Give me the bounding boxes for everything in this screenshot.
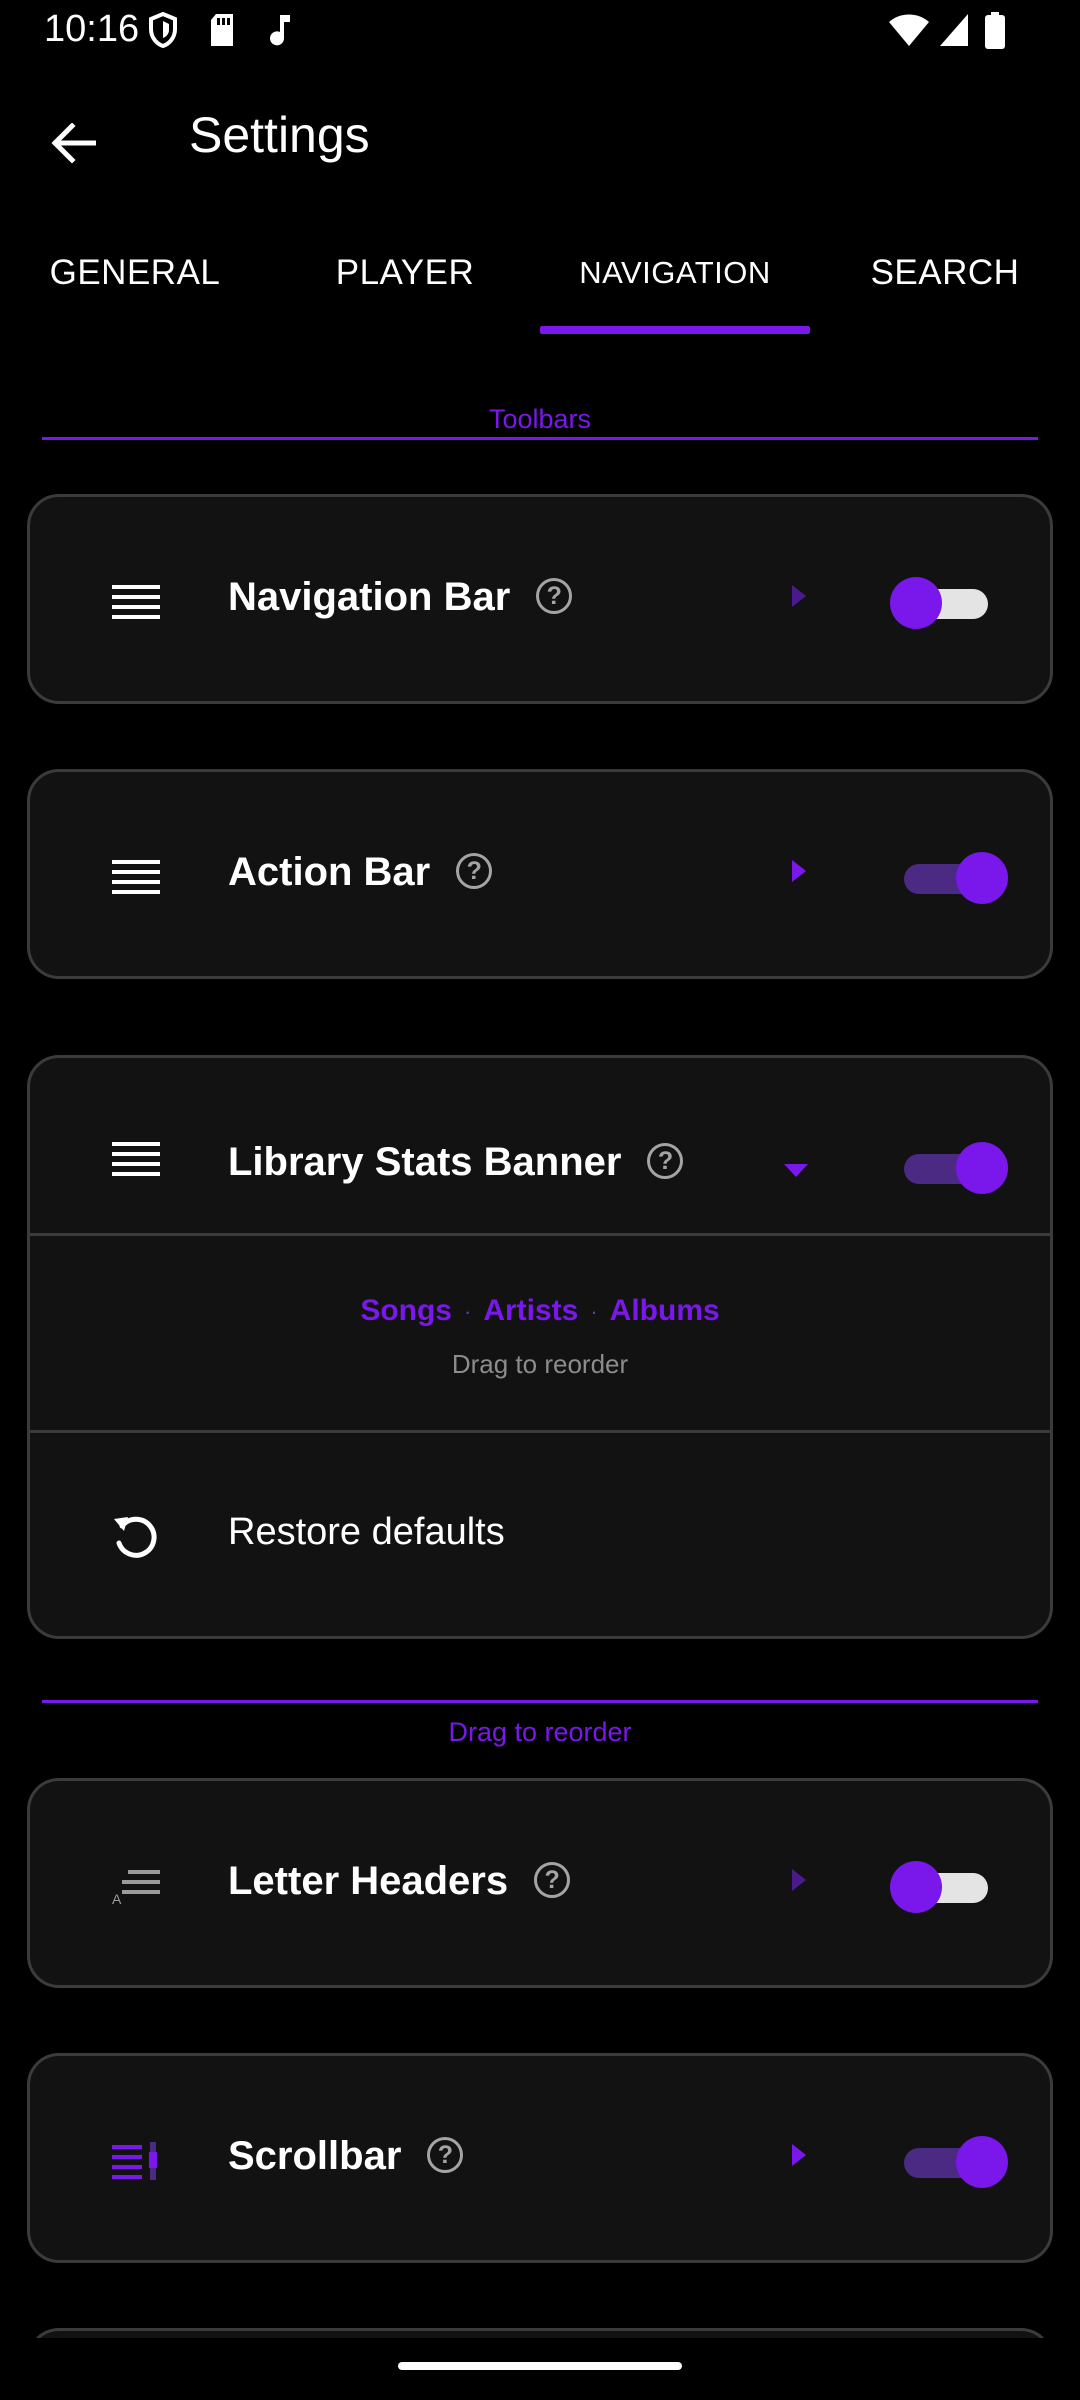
setting-card-navigation-bar: Navigation Bar?	[27, 494, 1053, 704]
shield-icon	[149, 12, 177, 48]
tab-bar: GENERAL PLAYER NAVIGATION SEARCH	[0, 212, 1080, 334]
separator-dot: ·	[590, 1299, 598, 1325]
tab-player[interactable]: PLAYER	[270, 212, 540, 334]
gesture-nav-handle[interactable]	[398, 2362, 682, 2370]
setting-label: Letter Headers	[228, 1859, 509, 1903]
setting-card-scrollbar: Scrollbar?	[27, 2053, 1053, 2263]
toggle-thumb	[890, 577, 942, 629]
tab-indicator	[540, 326, 810, 334]
drag-handle-icon[interactable]	[112, 1140, 162, 1178]
arrow-back-icon	[51, 123, 96, 163]
collapse-arrow-icon[interactable]	[784, 1164, 808, 1177]
setting-card-letter-headers: A Letter Headers?	[27, 1778, 1053, 1988]
toggle-switch[interactable]	[890, 577, 1010, 631]
setting-label-container: Library Stats Banner?	[228, 1140, 684, 1185]
svg-text:A: A	[112, 1891, 122, 1905]
help-circle-icon[interactable]: ?	[647, 1143, 684, 1180]
help-circle-icon[interactable]: ?	[536, 578, 573, 615]
toggle-switch[interactable]	[890, 1142, 1010, 1196]
setting-label: Scrollbar	[228, 2134, 402, 2178]
page-title: Settings	[189, 107, 370, 163]
status-time: 10:16	[44, 8, 140, 50]
setting-label: Action Bar	[228, 850, 431, 894]
music-note-icon	[270, 15, 290, 46]
reorder-chip-artists[interactable]: Artists	[483, 1294, 578, 1327]
expand-arrow-icon[interactable]	[792, 860, 806, 882]
toggle-thumb	[956, 2136, 1008, 2188]
toggle-thumb	[956, 1142, 1008, 1194]
expand-arrow-icon[interactable]	[792, 585, 806, 607]
section-divider	[42, 1700, 1038, 1703]
setting-card-library-stats-banner: Library Stats Banner? Songs · Artists · Albu…	[27, 1055, 1053, 1639]
toggle-switch[interactable]	[890, 2136, 1010, 2190]
toggle-switch[interactable]	[890, 1861, 1010, 1915]
reorder-chip-list: Songs · Artists · Albums	[30, 1294, 1050, 1328]
toggle-thumb	[956, 852, 1008, 904]
status-bar: 10:16	[0, 0, 1080, 62]
sd-card-icon	[211, 14, 233, 46]
setting-card-action-bar: Action Bar?	[27, 769, 1053, 979]
restore-defaults-row[interactable]: Restore defaults	[30, 1433, 1050, 1636]
drag-handle-icon[interactable]	[112, 858, 162, 896]
letter-headers-icon: A	[112, 1870, 160, 1905]
section-divider	[42, 437, 1038, 440]
reorder-chip-albums[interactable]: Albums	[610, 1294, 720, 1327]
setting-label: Library Stats Banner	[228, 1140, 622, 1184]
setting-row-navigation-bar[interactable]: Navigation Bar?	[30, 497, 1050, 706]
drag-handle-icon[interactable]	[112, 583, 162, 621]
setting-row-library-stats-banner[interactable]: Library Stats Banner?	[30, 1055, 1050, 1233]
setting-label-container: Scrollbar?	[228, 2134, 464, 2179]
tab-navigation[interactable]: NAVIGATION	[540, 212, 810, 334]
tab-search[interactable]: SEARCH	[810, 212, 1080, 334]
restore-icon	[114, 1516, 157, 1558]
toggle-thumb	[890, 1861, 942, 1913]
section-header-toolbars: Toolbars	[488, 404, 592, 434]
wifi-icon	[889, 14, 929, 46]
signal-icon	[940, 14, 968, 46]
expand-arrow-icon[interactable]	[792, 2144, 806, 2166]
restore-defaults-label: Restore defaults	[228, 1511, 505, 1553]
setting-row-letter-headers[interactable]: A Letter Headers?	[30, 1781, 1050, 1990]
help-circle-icon[interactable]: ?	[427, 2137, 464, 2174]
setting-row-scrollbar[interactable]: Scrollbar?	[30, 2056, 1050, 2265]
setting-label: Navigation Bar	[228, 575, 511, 619]
separator-dot: ·	[463, 1299, 472, 1325]
battery-icon	[985, 12, 1005, 49]
toggle-switch[interactable]	[890, 852, 1010, 906]
drag-hint: Drag to reorder	[451, 1349, 629, 1379]
expand-arrow-icon[interactable]	[792, 1869, 806, 1891]
section-hint-drag-to-reorder: Drag to reorder	[448, 1717, 632, 1747]
scrollbar-icon	[112, 2142, 157, 2180]
help-circle-icon[interactable]: ?	[534, 1862, 571, 1899]
setting-label-container: Letter Headers?	[228, 1859, 571, 1904]
help-circle-icon[interactable]: ?	[456, 853, 493, 890]
back-button[interactable]	[40, 110, 106, 176]
app-bar: Settings	[0, 62, 1080, 212]
tab-general[interactable]: GENERAL	[0, 212, 270, 334]
setting-row-action-bar[interactable]: Action Bar?	[30, 772, 1050, 981]
card-divider	[30, 1233, 1050, 1236]
setting-label-container: Navigation Bar?	[228, 575, 573, 620]
reorder-chip-songs[interactable]: Songs	[360, 1294, 452, 1327]
setting-label-container: Action Bar?	[228, 850, 493, 895]
